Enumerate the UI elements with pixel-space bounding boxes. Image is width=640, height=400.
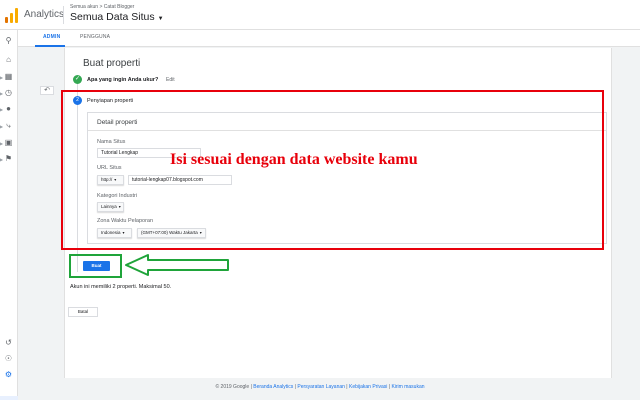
property-selector[interactable]: Semua Data Situs ▼ <box>70 11 164 23</box>
footer-copyright: © 2019 Google <box>215 384 250 390</box>
annotation-red-box <box>61 90 604 250</box>
annotation-text: Isi sesuai dengan data website kamu <box>170 151 418 168</box>
realtime-icon[interactable]: ◷ <box>4 88 13 97</box>
step1-edit-link[interactable]: Edit <box>166 77 175 83</box>
search-icon[interactable]: ⚲ <box>4 36 13 45</box>
create-button[interactable]: Buat <box>83 261 110 271</box>
top-header: Analytics Semua akun > Catat Blogger Sem… <box>0 0 640 30</box>
conversions-icon[interactable]: ⚑ <box>4 154 13 163</box>
admin-nav-active <box>0 396 18 400</box>
property-count-info: Akun ini memiliki 2 properti. Maksimal 5… <box>70 284 172 290</box>
discover-icon[interactable]: ☉ <box>4 354 13 363</box>
analytics-logo-icon <box>4 7 20 23</box>
expand-caret-icon[interactable]: ▶ <box>0 157 3 162</box>
acquisition-icon[interactable]: ⤷ <box>4 121 13 130</box>
app-name: Analytics <box>24 9 65 20</box>
customization-icon[interactable]: ▦ <box>4 72 13 81</box>
step1-label: Apa yang ingin Anda ukur? <box>87 77 159 83</box>
attribution-icon[interactable]: ↺ <box>4 338 13 347</box>
cancel-button[interactable]: Batal <box>68 307 98 317</box>
property-selector-label: Semua Data Situs <box>70 11 155 23</box>
tab-bar: ADMIN PENGGUNA <box>0 30 640 47</box>
footer: © 2019 Google | Beranda Analytics | Pers… <box>215 384 425 390</box>
audience-icon[interactable]: ● <box>4 104 13 113</box>
expand-caret-icon[interactable]: ▶ <box>0 107 3 112</box>
header-divider <box>63 6 64 24</box>
footer-link-terms[interactable]: Persyaratan Layanan <box>297 384 345 390</box>
footer-link-privacy[interactable]: Kebijakan Privasi <box>349 384 387 390</box>
expand-caret-icon[interactable]: ▶ <box>0 141 3 146</box>
tab-admin[interactable]: ADMIN <box>43 34 60 40</box>
behavior-icon[interactable]: ▣ <box>4 138 13 147</box>
tab-pengguna[interactable]: PENGGUNA <box>80 34 110 40</box>
left-nav-rail: ⚲ ⌂ ▶ ▦ ▶ ◷ ▶ ● ▶ ⤷ ▶ ▣ ▶ ⚑ ↺ ☉ ⚙ <box>0 30 18 400</box>
admin-gear-icon[interactable]: ⚙ <box>4 370 13 379</box>
home-icon[interactable]: ⌂ <box>4 55 13 64</box>
back-icon[interactable]: ↶ <box>40 86 54 95</box>
annotation-arrow-icon <box>125 254 229 276</box>
page-title: Buat properti <box>83 58 141 69</box>
active-tab-indicator <box>35 45 65 47</box>
footer-link-feedback[interactable]: Kirim masukan <box>391 384 424 390</box>
footer-link-home[interactable]: Beranda Analytics <box>253 384 293 390</box>
expand-caret-icon[interactable]: ▶ <box>0 124 3 129</box>
expand-caret-icon[interactable]: ▶ <box>0 75 3 80</box>
step-complete-check-icon: ✓ <box>73 75 82 84</box>
chevron-down-icon: ▼ <box>157 16 164 22</box>
breadcrumb[interactable]: Semua akun > Catat Blogger <box>70 4 134 10</box>
expand-caret-icon[interactable]: ▶ <box>0 91 3 96</box>
